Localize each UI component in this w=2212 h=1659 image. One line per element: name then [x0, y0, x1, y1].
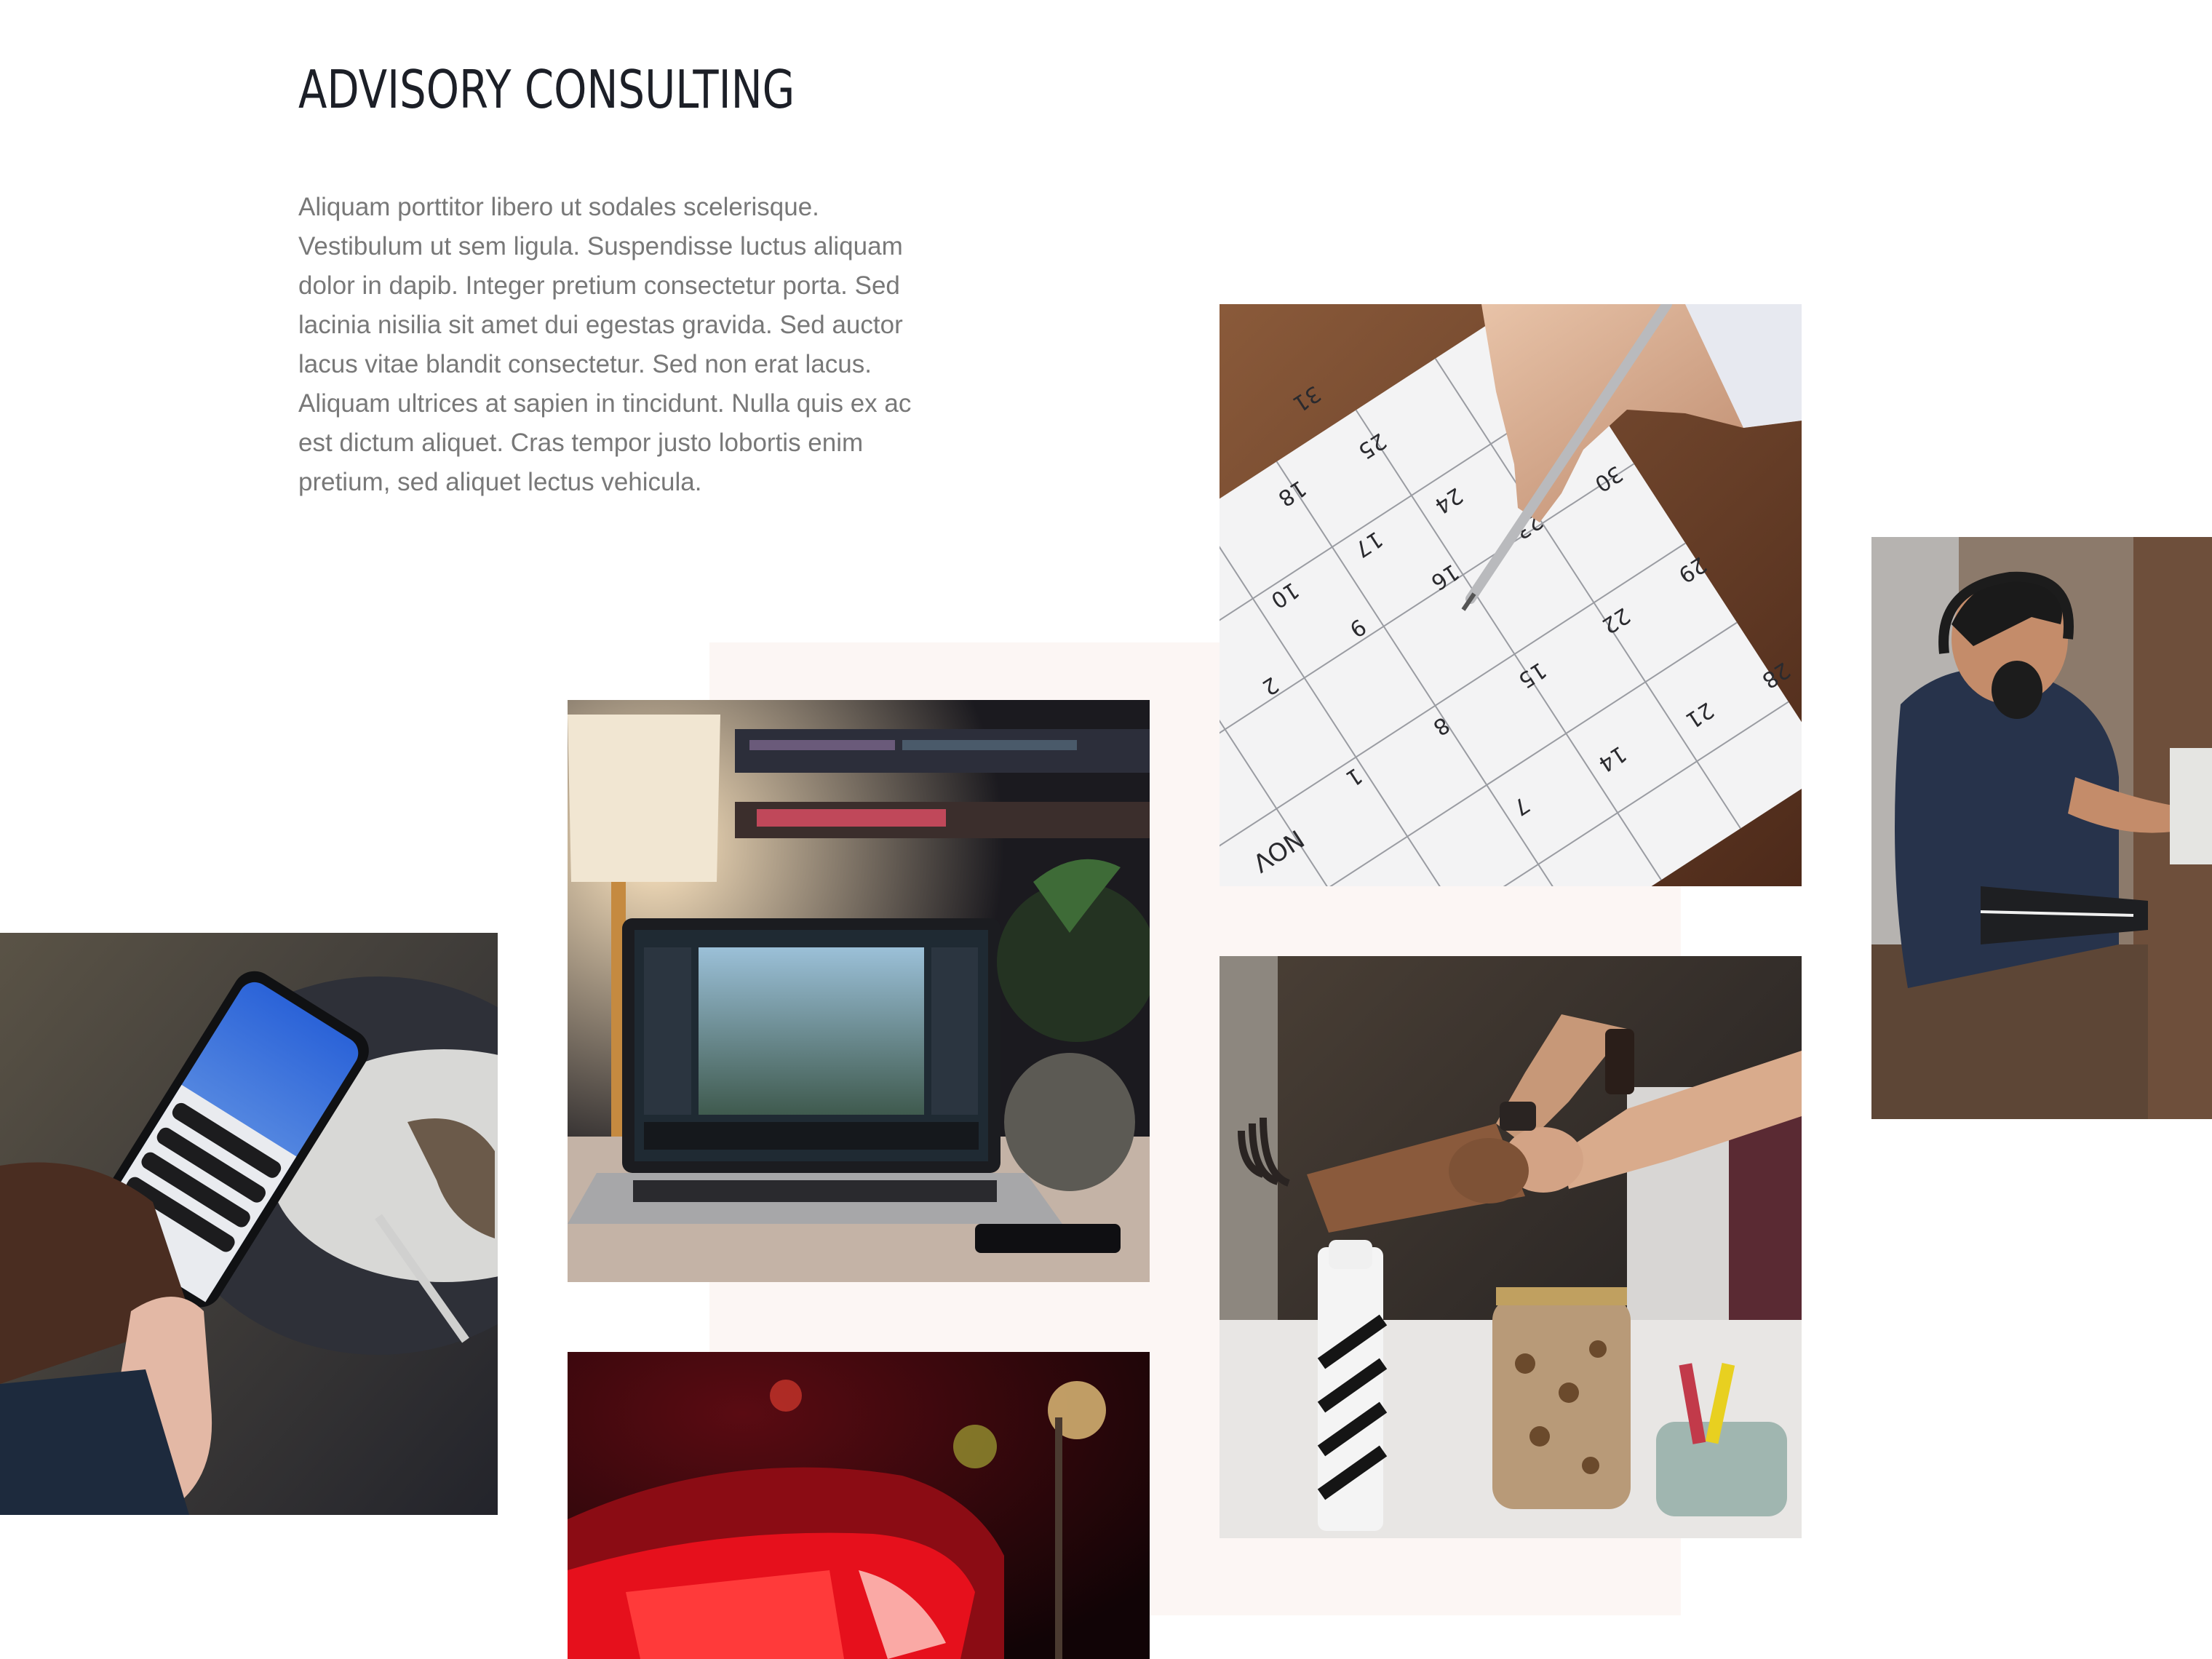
calendar-photo: NOV 1 8 15 22 29 2 9 16 23 30 7 14 21 28… — [1220, 304, 1802, 886]
headphones-photo — [1871, 537, 2212, 1119]
car-taillight-photo — [568, 1352, 1150, 1659]
fist-bump-photo — [1220, 956, 1802, 1538]
laptop-photo — [568, 700, 1150, 1282]
smartphone-photo — [0, 933, 498, 1515]
page-title: ADVISORY CONSULTING — [298, 59, 795, 120]
intro-paragraph: Aliquam porttitor libero ut sodales scel… — [298, 193, 912, 496]
